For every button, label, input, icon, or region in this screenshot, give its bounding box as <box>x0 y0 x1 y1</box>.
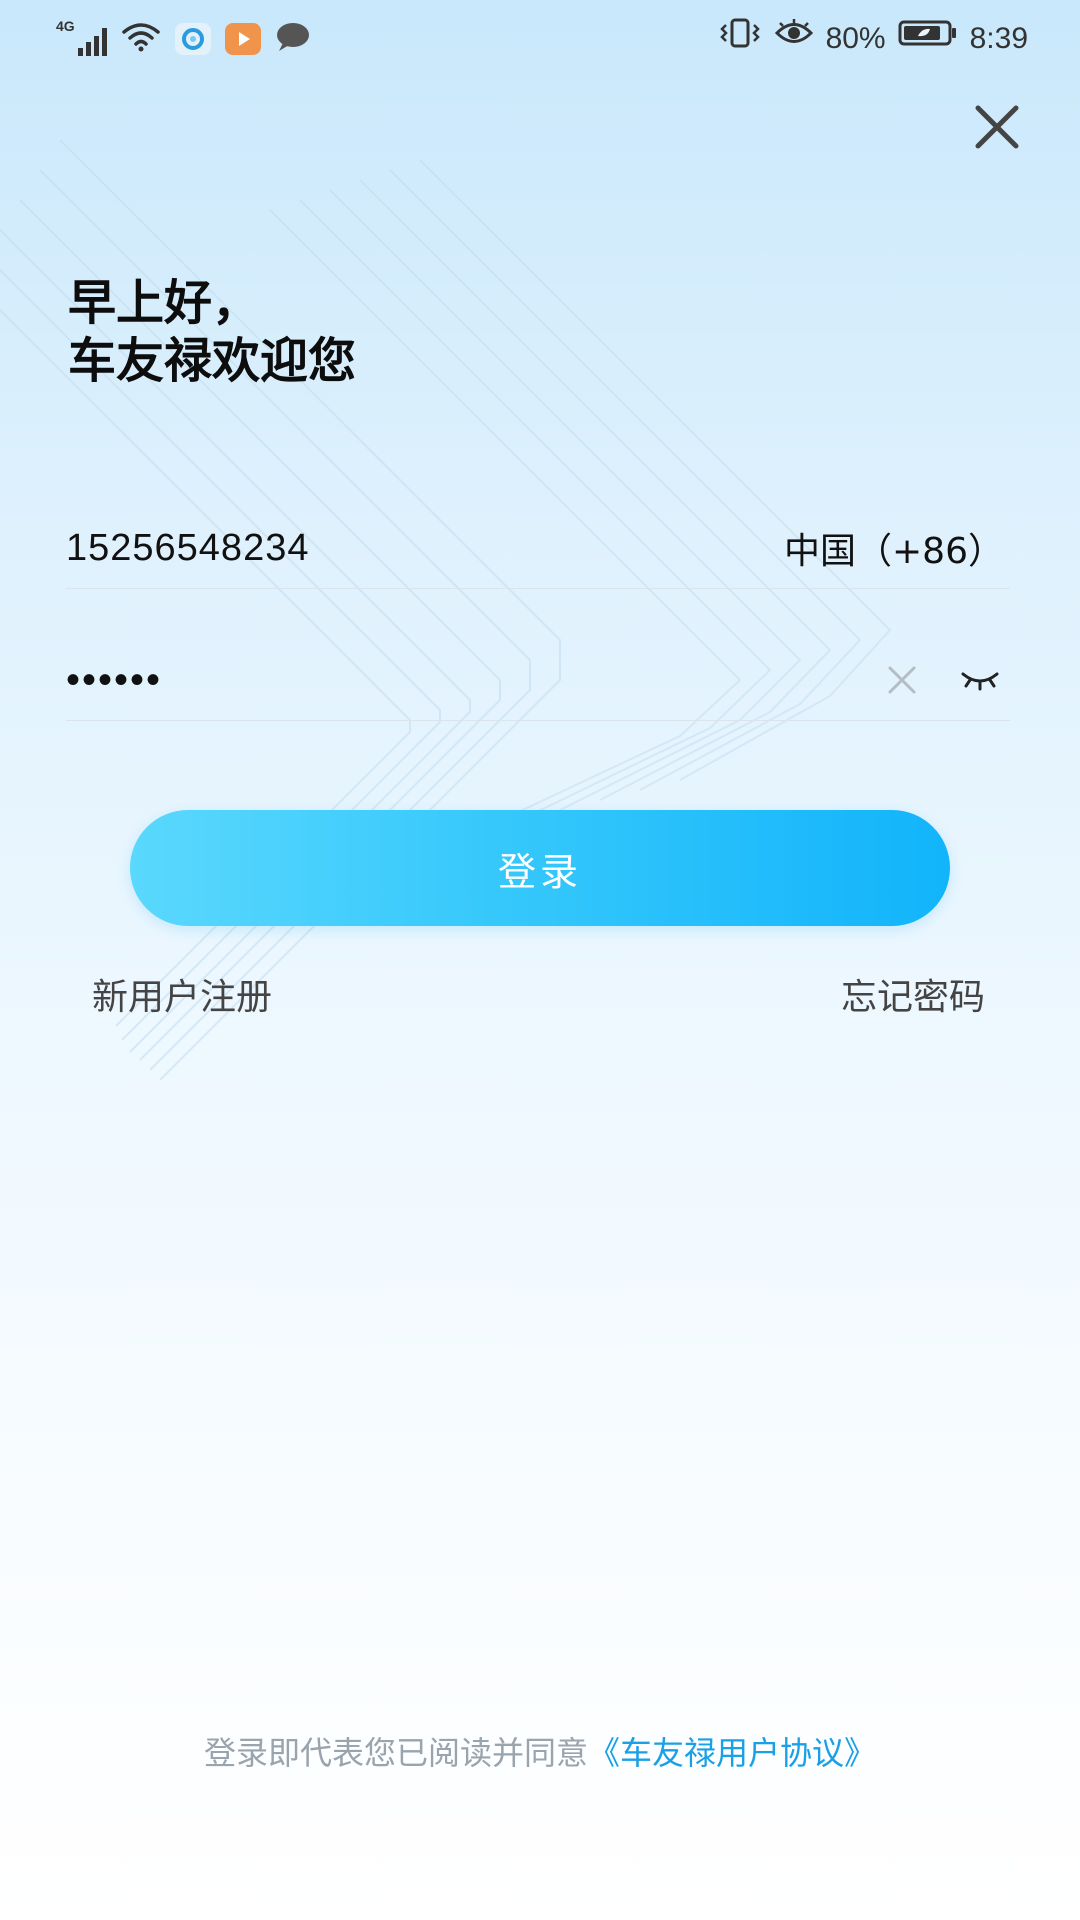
agreement-text: 登录即代表您已阅读并同意 <box>203 1734 588 1772</box>
greeting-title: 早上好， 车友禄欢迎您 <box>68 274 356 390</box>
password-field-row <box>66 640 1010 721</box>
eye-closed-icon <box>961 672 999 691</box>
status-right: 80% 8:39 <box>718 18 1028 60</box>
register-link[interactable]: 新用户注册 <box>92 968 272 1020</box>
forgot-password-link[interactable]: 忘记密码 <box>841 968 985 1020</box>
phone-field-row: 中国（+86） <box>66 508 1010 589</box>
close-icon <box>975 105 1019 149</box>
battery-percent: 80% <box>825 22 886 55</box>
status-time: 8:39 <box>969 22 1028 55</box>
signal-icon: 4G <box>56 18 107 56</box>
network-type-label: 4G <box>56 18 75 34</box>
login-button[interactable]: 登录 <box>130 810 950 926</box>
status-left: 4G <box>56 18 311 60</box>
greeting-line-2: 车友禄欢迎您 <box>68 333 357 389</box>
password-input[interactable] <box>66 650 872 710</box>
agreement-notice: 登录即代表您已阅读并同意《车友禄用户协议》 <box>0 1728 1080 1774</box>
message-icon <box>275 21 311 58</box>
vibrate-icon <box>718 17 762 61</box>
video-app-icon <box>225 23 261 55</box>
clear-icon <box>888 666 916 694</box>
browser-app-icon <box>175 23 211 55</box>
clear-password-button[interactable] <box>872 650 932 710</box>
battery-icon <box>898 18 958 60</box>
user-agreement-link[interactable]: 《车友禄用户协议》 <box>588 1734 876 1772</box>
status-bar: 4G 80% 8:39 <box>0 0 1080 78</box>
close-button[interactable] <box>970 100 1024 154</box>
wifi-icon <box>121 20 161 59</box>
toggle-password-visibility-button[interactable] <box>950 650 1010 710</box>
greeting-line-1: 早上好， <box>68 275 261 331</box>
phone-input[interactable] <box>66 518 785 578</box>
eye-comfort-icon <box>774 18 814 60</box>
country-code-selector[interactable]: 中国（+86） <box>784 522 1010 574</box>
